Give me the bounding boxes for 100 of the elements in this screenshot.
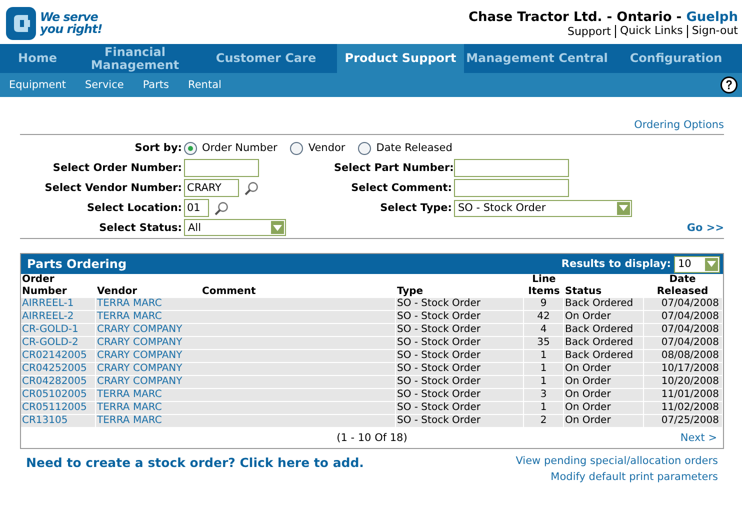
create-order-link[interactable]: Need to create a stock order? Click here to add.: [26, 455, 364, 483]
table-cell: 10/20/2008: [661, 376, 719, 387]
pagination-text: (1 - 10 Of 18): [336, 432, 408, 444]
table-cell: 42: [537, 311, 550, 322]
nav-tab[interactable]: Configuration: [610, 44, 742, 73]
column-header: Line Items: [528, 274, 560, 297]
table-cell: 1: [540, 350, 547, 361]
table-cell: On Order: [565, 415, 611, 426]
logo-icon: [6, 6, 36, 40]
results-dropdown[interactable]: 10: [674, 256, 720, 272]
radio-label: Order Number: [202, 142, 278, 154]
radio-button[interactable]: [184, 142, 197, 154]
table-cell: 9: [540, 298, 547, 309]
table-cell: On Order: [565, 376, 611, 387]
table-cell: SO - Stock Order: [397, 350, 480, 361]
table-cell: Back Ordered: [565, 337, 634, 348]
column-header: Order Number: [22, 274, 67, 297]
side-link[interactable]: Modify default print parameters: [550, 471, 718, 483]
results-label: Results to display:: [561, 258, 671, 270]
radio-button[interactable]: [358, 142, 372, 154]
table-cell: On Order: [565, 311, 611, 322]
table-cell: Back Ordered: [565, 298, 634, 309]
table-cell: 07/04/2008: [661, 337, 719, 348]
next-link[interactable]: Next >: [680, 428, 717, 448]
part-number-field[interactable]: [454, 159, 569, 177]
header-link[interactable]: Support: [563, 25, 611, 38]
column-header: Type: [397, 286, 424, 297]
type-dropdown[interactable]: SO - Stock Order: [454, 200, 632, 216]
radio-label: Vendor: [308, 142, 346, 154]
table-cell: 10/17/2008: [661, 363, 719, 374]
status-dropdown[interactable]: All: [184, 219, 286, 236]
field-label: Select Location:: [86, 202, 183, 214]
logo-text: We serve you right!: [40, 11, 102, 35]
table-cell: On Order: [565, 363, 611, 374]
table-cell: SO - Stock Order: [397, 415, 480, 426]
table-cell: SO - Stock Order: [397, 376, 480, 387]
table-cell: On Order: [565, 402, 611, 413]
table-cell: 35: [537, 337, 550, 348]
table-cell: 2: [540, 415, 547, 426]
header-link[interactable]: Quick Links: [614, 25, 683, 38]
table-cell: 07/04/2008: [661, 324, 719, 335]
dropdown-arrow-icon: [273, 224, 282, 230]
column-header: Vendor: [97, 286, 138, 297]
radio-button[interactable]: [290, 142, 304, 154]
field-label: Select Vendor Number:: [44, 182, 183, 194]
field-label: Sort by:: [134, 142, 183, 154]
table-cell: SO - Stock Order: [397, 324, 480, 335]
company-name: Chase Tractor Ltd. - Ontario - Guelph: [468, 10, 738, 25]
table-cell: 11/02/2008: [661, 402, 719, 413]
radio-label: Date Released: [376, 142, 452, 154]
table-cell: 07/25/2008: [661, 415, 719, 426]
subnav-link[interactable]: Equipment: [9, 79, 66, 91]
column-header: Date Released: [656, 274, 708, 297]
subnav-link[interactable]: Service: [85, 79, 124, 91]
table-cell: Back Ordered: [565, 350, 634, 361]
side-link[interactable]: View pending special/allocation orders: [516, 455, 718, 467]
nav-tab[interactable]: Management Central: [464, 44, 610, 73]
vendor-number-field[interactable]: CRARY: [184, 179, 239, 197]
field-label: Select Type:: [379, 202, 453, 214]
nav-tab[interactable]: Financial Management: [75, 44, 195, 73]
nav-tab[interactable]: Home: [0, 44, 75, 73]
field-label: Select Status:: [98, 222, 183, 234]
table-cell: 07/04/2008: [661, 298, 719, 309]
column-header: Comment: [202, 286, 256, 297]
field-label: Select Order Number:: [52, 162, 183, 174]
column-header: Status: [565, 286, 602, 297]
table-cell: 1: [540, 363, 547, 374]
table-cell: 1: [540, 402, 547, 413]
table-cell: 1: [540, 376, 547, 387]
header-link[interactable]: Sign-out: [686, 25, 738, 38]
go-link[interactable]: Go >>: [686, 222, 724, 234]
help-icon[interactable]: [720, 76, 738, 94]
search-icon[interactable]: [244, 180, 259, 196]
nav-tab[interactable]: Customer Care: [195, 44, 337, 73]
field-label: Select Comment:: [350, 182, 453, 194]
table-cell: SO - Stock Order: [397, 402, 480, 413]
table-cell: 07/04/2008: [661, 311, 719, 322]
dropdown-arrow-icon: [707, 261, 716, 267]
table-cell: 08/08/2008: [661, 350, 719, 361]
order-number-field[interactable]: [184, 159, 259, 177]
table-cell: 11/01/2008: [661, 389, 719, 400]
table-cell: 4: [540, 324, 547, 335]
panel-title: Parts Ordering: [27, 257, 128, 271]
search-icon[interactable]: [214, 200, 229, 216]
table-cell: SO - Stock Order: [397, 298, 480, 309]
dropdown-arrow-icon: [619, 205, 628, 211]
nav-tab[interactable]: Product Support: [337, 44, 464, 73]
ordering-options-link[interactable]: Ordering Options: [634, 119, 724, 131]
subnav-link[interactable]: Parts: [142, 79, 170, 91]
table-cell: SO - Stock Order: [397, 311, 480, 322]
location-field[interactable]: 01: [184, 199, 209, 217]
table-cell: On Order: [565, 389, 611, 400]
comment-field[interactable]: [454, 179, 569, 197]
table-cell: SO - Stock Order: [397, 363, 480, 374]
field-label: Select Part Number:: [334, 162, 454, 174]
subnav-link[interactable]: Rental: [188, 79, 222, 91]
table-cell: SO - Stock Order: [397, 337, 480, 348]
table-cell: 3: [540, 389, 547, 400]
table-cell: SO - Stock Order: [397, 389, 480, 400]
table-cell: Back Ordered: [565, 324, 634, 335]
